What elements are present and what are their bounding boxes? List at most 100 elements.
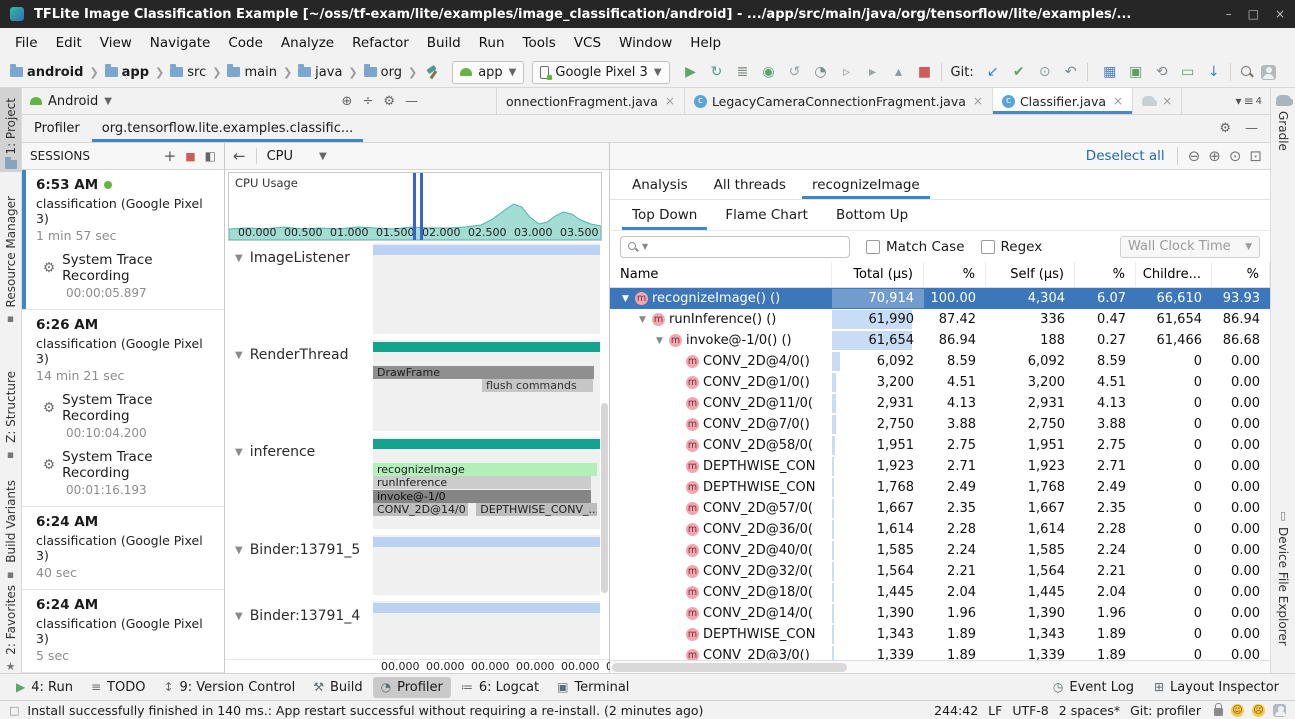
status-item[interactable]: UTF-8	[1007, 703, 1053, 718]
table-row[interactable]: mCONV_2D@3/0()1,3391.891,3391.8900.00	[610, 645, 1270, 660]
chevron-down-icon[interactable]: ▼	[235, 447, 243, 458]
file-tab[interactable]: cLegacyCameraConnectionFragment.java×	[685, 88, 993, 114]
project-structure-icon[interactable]: ▦	[1099, 61, 1121, 83]
expand-arrow-icon[interactable]: ▼	[654, 336, 665, 346]
chevron-down-icon[interactable]: ▼	[235, 545, 243, 556]
chevron-down-icon[interactable]: ▼	[235, 350, 243, 361]
rollback-icon[interactable]: ↶	[1060, 61, 1082, 83]
table-row[interactable]: mCONV_2D@40/0(1,5852.241,5852.2400.00	[610, 540, 1270, 561]
hide-panel-icon[interactable]: —	[1245, 121, 1258, 136]
chevron-down-icon[interactable]: ▼	[235, 611, 243, 622]
run-icon[interactable]: ▶	[680, 61, 702, 83]
device-select[interactable]: Google Pixel 3 ▼	[532, 61, 669, 84]
chevron-down-icon[interactable]: ▼	[235, 253, 243, 264]
deselect-all-link[interactable]: Deselect all	[1086, 148, 1165, 164]
apply-changes-icon[interactable]: ↻	[706, 61, 728, 83]
collapse-all-icon[interactable]: ÷	[362, 94, 373, 109]
scrollbar-thumb[interactable]	[612, 663, 847, 672]
trace-span-recognizeimage[interactable]: recognizeImage	[373, 463, 597, 476]
table-row[interactable]: mDEPTHWISE_CON1,3431.891,3431.8900.00	[610, 624, 1270, 645]
column-header-3[interactable]: Self (µs)	[986, 262, 1075, 287]
zoom-out-icon[interactable]: ⊖	[1188, 147, 1201, 165]
reset-zoom-icon[interactable]: ⊙	[1229, 147, 1242, 165]
table-row[interactable]: ▼minvoke@-1/0() ()61,65486.941880.2761,4…	[610, 330, 1270, 351]
hidden-tabs-button[interactable]: ▾≡4	[1228, 88, 1270, 114]
hide-icon[interactable]: —	[405, 94, 418, 109]
recording-item[interactable]: ⚙System Trace Recording00:10:04.200	[36, 392, 216, 440]
cpu-usage-chart-box[interactable]: CPU Usage 00.00000.50001.00001.50002.000…	[228, 172, 602, 241]
session-item[interactable]: 6:24 AMclassification (Google Pixel 3)5 …	[22, 590, 224, 673]
menu-window[interactable]: Window	[610, 31, 681, 55]
menu-navigate[interactable]: Navigate	[141, 31, 220, 55]
thread-row-binder-13791-5[interactable]: ▼Binder:13791_5	[225, 535, 609, 601]
trace-span-flush-commands[interactable]: flush commands	[482, 379, 593, 392]
run-config-select[interactable]: app ▼	[452, 61, 524, 84]
table-row[interactable]: mCONV_2D@32/0(1,5642.211,5642.2100.00	[610, 561, 1270, 582]
thread-track[interactable]	[373, 243, 600, 334]
status-item[interactable]: Git: profiler	[1125, 703, 1206, 718]
table-row[interactable]: mCONV_2D@36/0(1,6142.281,6142.2800.00	[610, 519, 1270, 540]
trace-span-depthwise-conv----[interactable]: DEPTHWISE_CONV_...	[476, 503, 596, 516]
menu-view[interactable]: View	[91, 31, 141, 55]
close-icon[interactable]: ×	[1113, 94, 1123, 108]
thread-row-imagelistener[interactable]: ▼ImageListener	[225, 243, 609, 340]
file-tab[interactable]: cClassifier.java×	[993, 88, 1133, 114]
menu-file[interactable]: File	[6, 31, 47, 55]
tool-strip-build-variants[interactable]: Build Variants▪	[0, 470, 21, 584]
recording-item[interactable]: ⚙System Trace Recording00:01:16.193	[36, 449, 216, 497]
regex-checkbox[interactable]: Regex	[981, 239, 1043, 255]
tool-strip----project[interactable]: 1: Project	[0, 88, 21, 172]
menu-build[interactable]: Build	[418, 31, 470, 55]
table-row[interactable]: mCONV_2D@14/0(1,3901.961,3901.9600.00	[610, 603, 1270, 624]
sdk-manager-icon[interactable]: ↓	[1203, 61, 1225, 83]
match-case-checkbox[interactable]: Match Case	[866, 239, 965, 255]
table-row[interactable]: mCONV_2D@57/0(1,6672.351,6672.3500.00	[610, 498, 1270, 519]
thread-row-binder-13791-4[interactable]: ▼Binder:13791_4	[225, 601, 609, 659]
expand-arrow-icon[interactable]: ▼	[637, 315, 648, 325]
run-tasks-icon[interactable]: ≣	[732, 61, 754, 83]
toolwindow-event-log[interactable]: ◷Event Log	[1045, 677, 1142, 698]
cpu-usage-chart[interactable]: CPU Usage 00.00000.50001.00001.50002.000…	[225, 170, 609, 243]
thread-row-renderthread[interactable]: DrawFrameflush commands▼RenderThread	[225, 340, 609, 437]
table-row[interactable]: mDEPTHWISE_CON1,9232.711,9232.7100.00	[610, 456, 1270, 477]
thread-row-inference[interactable]: recognizeImagerunInferenceinvoke@-1/0CON…	[225, 437, 609, 535]
minimize-icon[interactable]: –	[1226, 7, 1232, 21]
table-row[interactable]: mCONV_2D@58/0(1,9512.751,9512.7500.00	[610, 435, 1270, 456]
stop-icon[interactable]: ■	[914, 61, 936, 83]
session-item[interactable]: 6:24 AMclassification (Google Pixel 3)40…	[22, 507, 224, 590]
maximize-icon[interactable]: □	[1248, 7, 1259, 21]
tool-strip-z--structure[interactable]: Z: Structure▪	[0, 334, 21, 464]
file-tab[interactable]: ×	[1133, 88, 1182, 114]
subtab-flame-chart[interactable]: Flame Chart	[715, 200, 818, 230]
vertical-scrollbar[interactable]	[601, 403, 608, 593]
menu-tools[interactable]: Tools	[514, 31, 565, 55]
trace-span-conv-2d-14-0[interactable]: CONV_2D@14/0	[373, 503, 468, 516]
breadcrumb-org[interactable]: org	[362, 65, 404, 80]
table-row[interactable]: mCONV_2D@1/0()3,2004.513,2004.5100.00	[610, 372, 1270, 393]
expand-arrow-icon[interactable]: ▼	[620, 294, 631, 304]
breadcrumb-android[interactable]: android	[8, 65, 85, 80]
breadcrumb-main[interactable]: main	[225, 65, 278, 80]
menu-run[interactable]: Run	[470, 31, 514, 55]
table-row[interactable]: mCONV_2D@18/0(1,4452.041,4452.0400.00	[610, 582, 1270, 603]
profile-avatar[interactable]	[1258, 61, 1280, 83]
apply-code-changes-icon[interactable]: ↺	[784, 61, 806, 83]
build-hammer-icon[interactable]	[426, 65, 440, 79]
zoom-to-selection-icon[interactable]: ⊡	[1249, 147, 1262, 165]
selection-handle-right[interactable]	[420, 173, 423, 240]
zoom-in-icon[interactable]: ⊕	[1208, 147, 1221, 165]
trace-span-invoke--1-0[interactable]: invoke@-1/0	[373, 490, 591, 503]
profiler-session-tab[interactable]: org.tensorflow.lite.examples.classific..…	[92, 115, 364, 142]
toolwindow-build[interactable]: ⚒Build	[305, 677, 370, 698]
trace-span-drawframe[interactable]: DrawFrame	[373, 366, 594, 379]
stage-select[interactable]: CPU ▼	[267, 149, 327, 164]
tab-recognizeimage[interactable]: recognizeImage	[802, 170, 930, 199]
locate-icon[interactable]: ⊕	[342, 94, 353, 109]
menu-vcs[interactable]: VCS	[565, 31, 610, 55]
status-item[interactable]: 244:42	[929, 703, 983, 718]
search-box[interactable]: ▼	[620, 236, 850, 258]
menu-help[interactable]: Help	[681, 31, 730, 55]
thread-track[interactable]: DrawFrameflush commands	[373, 340, 600, 431]
profile-app-icon[interactable]: ▴	[888, 61, 910, 83]
menu-refactor[interactable]: Refactor	[343, 31, 418, 55]
